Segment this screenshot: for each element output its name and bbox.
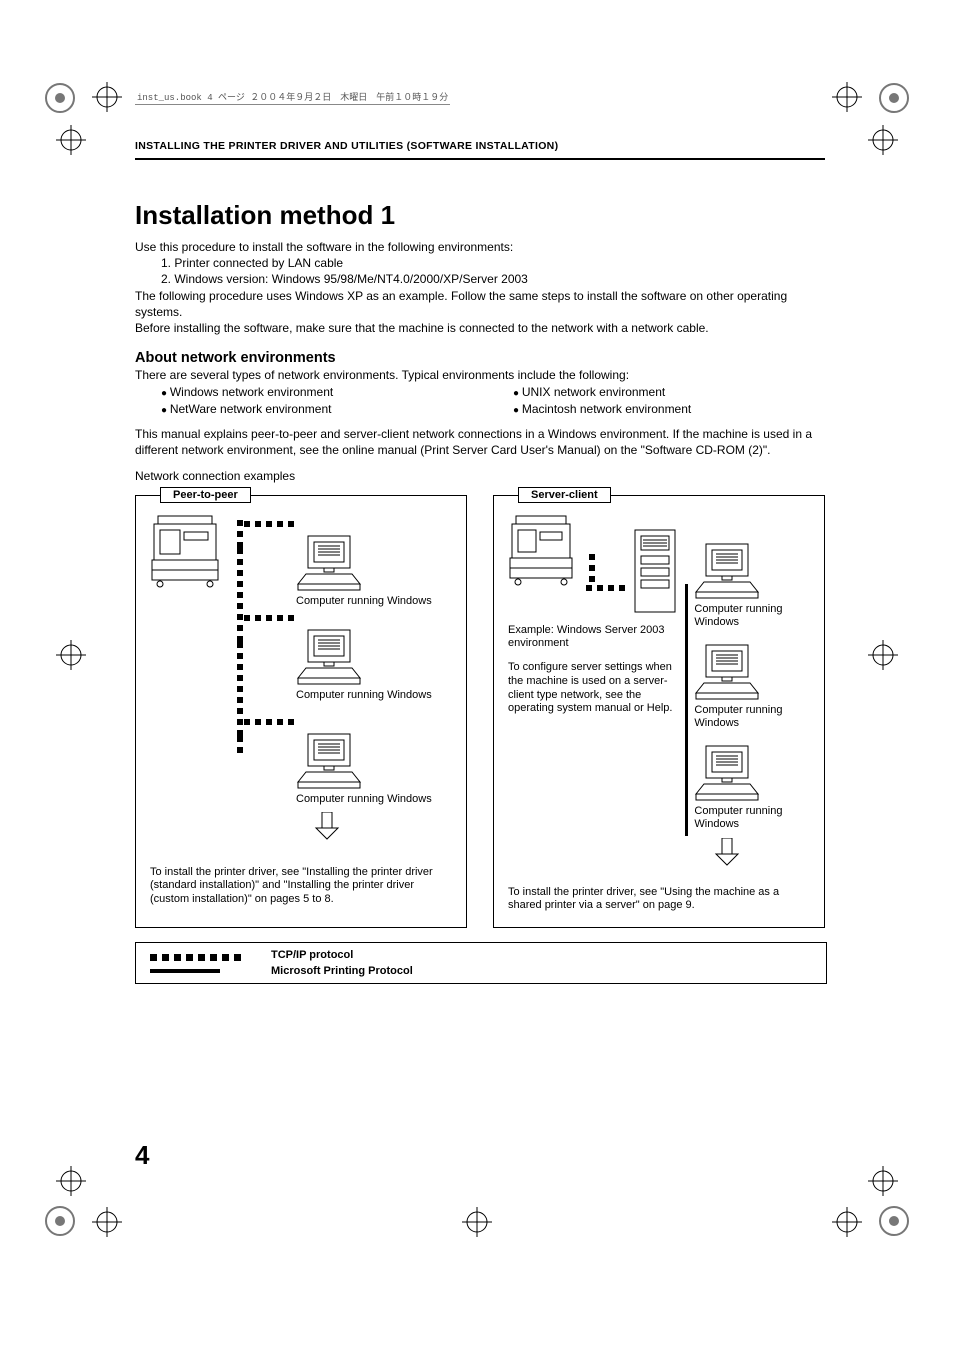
bullet-item: Macintosh network environment [513,401,825,418]
server-icon [631,528,679,616]
server-client-diagram: Server-client [493,495,825,929]
diagram-label: Server-client [518,487,611,503]
arrow-down-icon [712,838,810,866]
caption: Computer running Windows [296,689,432,702]
page-title: Installation method 1 [135,200,825,231]
computer-icon [694,542,810,600]
header-rule [135,158,825,160]
list-item: 2. Windows version: Windows 95/98/Me/NT4… [161,271,825,287]
page-number: 4 [135,1140,149,1171]
crop-mark-icon [874,1201,914,1241]
diagram-label: Peer-to-peer [160,487,251,503]
tcpip-line-icon [586,582,625,594]
registration-icon [56,1166,86,1196]
legend-label: TCP/IP protocol [271,949,413,961]
crop-mark-icon [874,78,914,118]
list-item: 1. Printer connected by LAN cable [161,255,825,271]
intro-paragraph: Use this procedure to install the softwa… [135,239,825,255]
diagram-note: To install the printer driver, see "Usin… [508,886,810,914]
registration-icon [832,1207,862,1237]
tcpip-line-icon [586,554,598,582]
tcpip-line-icon [234,736,246,756]
printer-icon [150,514,226,588]
registration-icon [92,1207,122,1237]
legend-box: TCP/IP protocol Microsoft Printing Proto… [135,942,827,984]
env-intro: There are several types of network envir… [135,368,825,382]
registration-icon [832,82,862,112]
server-help-text: To configure server settings when the ma… [508,661,679,716]
env-paragraph: This manual explains peer-to-peer and se… [135,426,825,458]
tcpip-line-icon [150,954,241,961]
caption: Computer running Windows [296,793,432,806]
ms-printing-line-icon [685,584,688,836]
printer-icon [508,514,580,586]
computer-icon [694,643,810,701]
bullet-item: NetWare network environment [161,401,473,418]
tcpip-line-icon [234,548,246,642]
computer-icon [296,534,432,592]
server-example-text: Example: Windows Server 2003 environment [508,624,679,652]
intro-paragraph: The following procedure uses Windows XP … [135,288,825,320]
registration-icon [868,1166,898,1196]
computer-icon [296,732,432,790]
computer-icon [694,744,810,802]
registration-icon [56,640,86,670]
arrow-down-icon [312,812,432,840]
examples-title: Network connection examples [135,469,825,483]
bullet-item: Windows network environment [161,384,473,401]
registration-icon [462,1207,492,1237]
registration-icon [868,640,898,670]
diagram-note: To install the printer driver, see "Inst… [150,866,452,907]
computer-icon [296,628,432,686]
registration-icon [868,125,898,155]
tcpip-line-icon [244,518,432,530]
file-meta-line: inst_us.book 4 ページ ２００４年９月２日 木曜日 午前１０時１９… [135,90,450,103]
tcpip-line-icon [244,612,432,624]
registration-icon [56,125,86,155]
section-header: INSTALLING THE PRINTER DRIVER AND UTILIT… [135,140,825,152]
registration-icon [92,82,122,112]
bullet-item: UNIX network environment [513,384,825,401]
ms-printing-line-icon [150,969,220,973]
crop-mark-icon [40,1201,80,1241]
tcpip-line-icon [244,716,432,728]
caption: Computer running Windows [694,603,810,629]
peer-to-peer-diagram: Peer-to-peer [135,495,467,929]
intro-paragraph: Before installing the software, make sur… [135,320,825,336]
subsection-title: About network environments [135,350,825,366]
caption: Computer running Windows [296,595,432,608]
caption: Computer running Windows [694,805,810,831]
legend-label: Microsoft Printing Protocol [271,965,413,977]
caption: Computer running Windows [694,704,810,730]
crop-mark-icon [40,78,80,118]
